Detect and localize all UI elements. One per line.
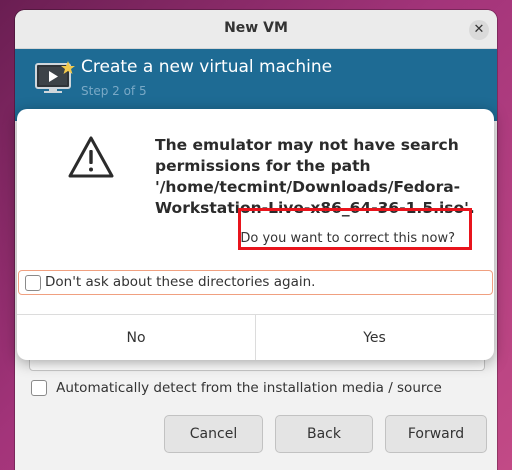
close-button[interactable]: ✕	[469, 20, 489, 40]
forward-button[interactable]: Forward	[385, 415, 487, 453]
auto-detect-row[interactable]: Automatically detect from the installati…	[31, 377, 442, 397]
auto-detect-label: Automatically detect from the installati…	[56, 379, 442, 396]
close-icon: ✕	[473, 22, 485, 37]
window-title: New VM	[224, 20, 288, 36]
yes-button[interactable]: Yes	[255, 315, 494, 360]
dont-ask-row[interactable]: Don't ask about these directories again.	[18, 270, 493, 295]
permission-dialog: The emulator may not have search permiss…	[17, 109, 494, 360]
step-indicator: Step 2 of 5	[81, 84, 147, 98]
banner-title: Create a new virtual machine	[81, 57, 333, 77]
dont-ask-checkbox[interactable]	[25, 275, 41, 291]
dialog-button-row: No Yes	[17, 314, 494, 360]
no-button[interactable]: No	[17, 315, 256, 360]
dialog-question: Do you want to correct this now?	[240, 231, 455, 246]
back-button[interactable]: Back	[275, 415, 373, 453]
auto-detect-checkbox[interactable]	[31, 379, 47, 396]
dont-ask-label: Don't ask about these directories again.	[45, 274, 316, 290]
dialog-message: The emulator may not have search permiss…	[155, 136, 475, 217]
title-bar: New VM ✕	[15, 10, 497, 49]
warning-icon	[68, 136, 114, 178]
monitor-star-icon	[35, 61, 75, 93]
cancel-button[interactable]: Cancel	[164, 415, 263, 453]
